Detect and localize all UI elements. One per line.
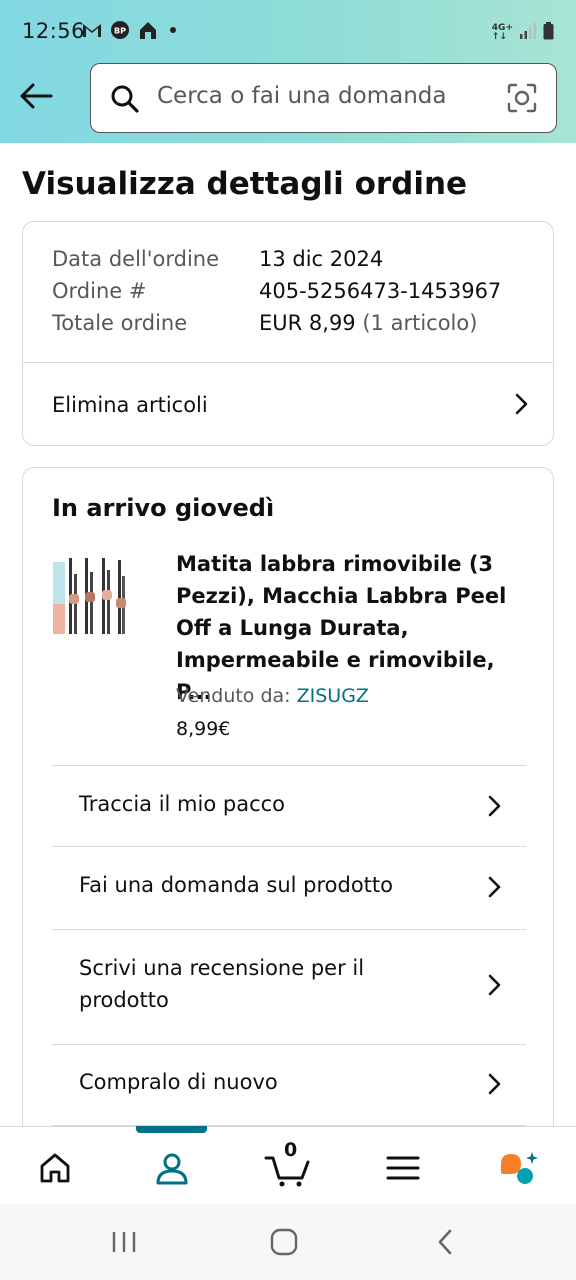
- seller-link[interactable]: ZISUGZ: [297, 685, 369, 707]
- bp-app-icon: BP: [110, 20, 130, 40]
- track-package-row[interactable]: Traccia il mio pacco: [23, 766, 553, 846]
- write-review-label: Scrivi una recensione per il prodotto: [79, 956, 365, 1012]
- signal-icon: [519, 23, 537, 43]
- back-button[interactable]: [16, 76, 56, 116]
- search-icon: [109, 83, 141, 115]
- home-app-icon: [138, 20, 158, 40]
- write-review-row[interactable]: Scrivi una recensione per il prodotto: [23, 930, 553, 1044]
- order-summary-card: Data dell'ordine 13 dic 2024 Ordine # 40…: [22, 221, 554, 446]
- active-tab-indicator: [136, 1126, 207, 1133]
- svg-text:BP: BP: [114, 27, 126, 36]
- delete-items-row[interactable]: Elimina articoli: [23, 363, 553, 446]
- order-number-label: Ordine #: [52, 279, 147, 303]
- system-navigation-bar: [0, 1204, 576, 1280]
- menu-icon: [386, 1156, 420, 1180]
- ask-question-row[interactable]: Fai una domanda sul prodotto: [23, 847, 553, 929]
- order-total-value: EUR 8,99: [259, 311, 356, 335]
- chevron-left-icon: [438, 1229, 452, 1255]
- account-icon: [156, 1153, 188, 1185]
- gmail-icon: [82, 20, 102, 40]
- recent-apps-button[interactable]: [108, 1226, 140, 1258]
- order-item-count: (1 articolo): [362, 311, 478, 335]
- home-icon: [40, 1153, 70, 1183]
- camera-lens-icon[interactable]: [506, 82, 538, 114]
- home-square-icon: [270, 1228, 298, 1256]
- order-date-label: Data dell'ordine: [52, 247, 220, 271]
- status-bar: 12:56 BP 4G+ ↑↓: [0, 0, 576, 62]
- lip-pencil-product-icon: [53, 558, 126, 634]
- order-number-value: 405-5256473-1453967: [259, 279, 502, 303]
- buy-again-row[interactable]: Compralo di nuovo: [23, 1045, 553, 1125]
- arrow-left-icon: [20, 83, 53, 109]
- delete-items-label: Elimina articoli: [52, 392, 208, 417]
- product-price: 8,99€: [176, 718, 231, 740]
- order-shipment-card: In arrivo giovedì Matita labbra rimovibi…: [22, 467, 554, 1167]
- sold-by-label: Venduto da:: [176, 685, 291, 707]
- ask-question-label: Fai una domanda sul prodotto: [79, 873, 393, 897]
- notification-dot: [170, 27, 176, 33]
- home-system-button[interactable]: [268, 1226, 300, 1258]
- search-bar[interactable]: Cerca o fai una domanda: [90, 63, 557, 133]
- back-system-button[interactable]: [430, 1226, 462, 1258]
- nav-home[interactable]: [30, 1143, 80, 1193]
- nav-cart[interactable]: 0: [262, 1139, 314, 1193]
- battery-icon: [543, 22, 554, 44]
- status-time: 12:56: [22, 19, 86, 43]
- product-image[interactable]: [52, 554, 128, 638]
- bottom-navigation: 0: [0, 1126, 576, 1204]
- search-input[interactable]: Cerca o fai una domanda: [157, 83, 447, 109]
- network-4g-icon: 4G+ ↑↓: [491, 23, 513, 42]
- chevron-right-icon: [488, 795, 501, 817]
- app-header: 12:56 BP 4G+ ↑↓ Cerca o fai una domanda: [0, 0, 576, 143]
- arrival-heading: In arrivo giovedì: [52, 494, 275, 522]
- page-title: Visualizza dettagli ordine: [22, 166, 468, 202]
- chevron-right-icon: [488, 974, 501, 996]
- nav-account[interactable]: [147, 1143, 197, 1193]
- cart-count-badge: 0: [284, 1139, 298, 1161]
- nav-rufus[interactable]: [494, 1143, 544, 1193]
- product-title[interactable]: Matita labbra rimovibile (3 Pezzi), Macc…: [176, 548, 531, 708]
- buy-again-label: Compralo di nuovo: [79, 1070, 278, 1094]
- order-date-value: 13 dic 2024: [259, 247, 384, 271]
- chevron-right-icon: [488, 1073, 501, 1095]
- chevron-right-icon: [488, 876, 501, 898]
- recent-apps-icon: [112, 1232, 136, 1252]
- chevron-right-icon: [515, 393, 528, 415]
- track-package-label: Traccia il mio pacco: [79, 792, 286, 816]
- nav-menu[interactable]: [378, 1143, 428, 1193]
- order-total-label: Totale ordine: [52, 311, 188, 335]
- rufus-assistant-icon: [501, 1152, 538, 1184]
